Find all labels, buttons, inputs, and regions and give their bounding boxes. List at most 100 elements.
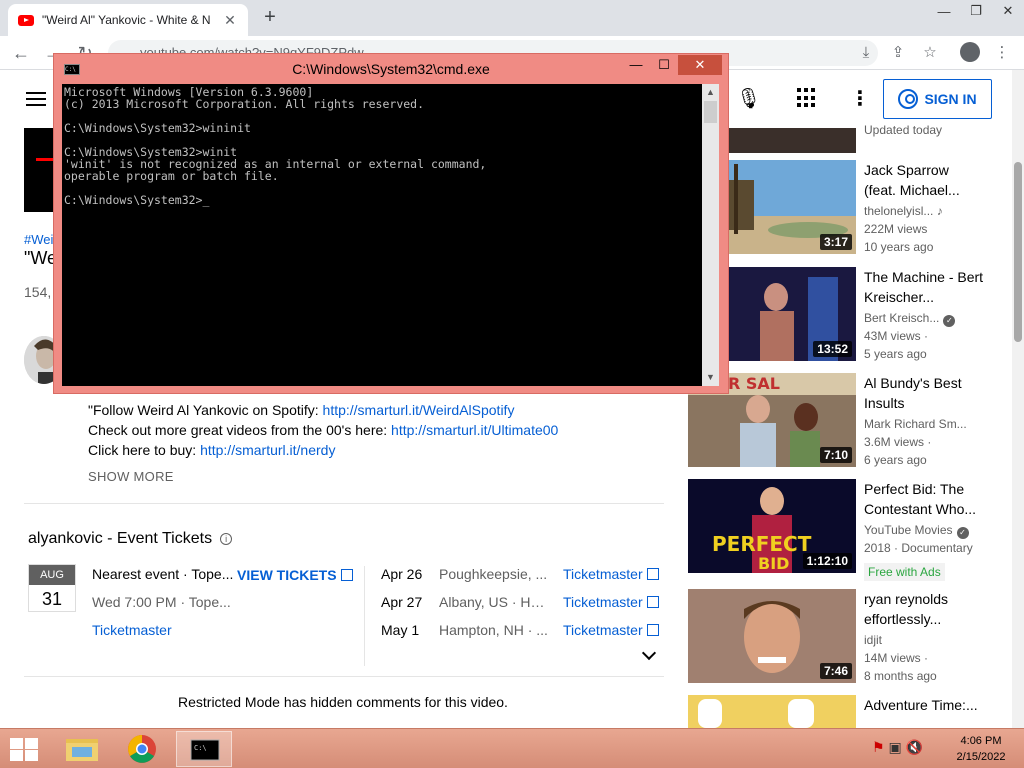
clock-time: 4:06 PM bbox=[960, 735, 1002, 747]
close-window-button[interactable]: ✕ bbox=[992, 0, 1024, 22]
video-title: The Machine - Bert Kreischer... bbox=[864, 269, 984, 305]
external-link-icon bbox=[340, 569, 353, 581]
svg-text:BID: BID bbox=[758, 554, 789, 573]
restricted-mode-notice: Restricted Mode has hidden comments for … bbox=[178, 694, 508, 710]
recommended-video[interactable]: 3:17 Jack Sparrow (feat. Michael... thel… bbox=[688, 160, 1008, 254]
free-with-ads-badge: Free with Ads bbox=[864, 563, 945, 581]
external-link-icon bbox=[646, 596, 659, 608]
view-count: 222M views bbox=[864, 222, 928, 236]
video-thumbnail[interactable] bbox=[688, 695, 856, 728]
volume-icon[interactable]: 🔇 bbox=[906, 739, 923, 755]
channel-name: YouTube Movies ✓ bbox=[864, 523, 969, 539]
recommended-video[interactable]: 7:46 ryan reynolds effortlessly... idjit… bbox=[688, 589, 1008, 683]
tab-close-icon[interactable]: ✕ bbox=[222, 12, 238, 29]
recommended-video[interactable]: EIANFIARY 13:52 The Machine - Bert Kreis… bbox=[688, 267, 1008, 361]
channel-label: YouTube Movies bbox=[864, 523, 953, 537]
scroll-down-arrow-icon[interactable]: ▼ bbox=[702, 369, 719, 386]
user-icon bbox=[898, 89, 919, 109]
upload-age: 6 years ago bbox=[864, 453, 927, 467]
show-more-button[interactable]: SHOW MORE bbox=[88, 469, 174, 484]
expand-chevron-icon[interactable] bbox=[641, 645, 657, 661]
recommended-video[interactable]: R SAL 7:10 Al Bundy's Best Insults Mark … bbox=[688, 373, 1008, 467]
desc-line1: "Follow Weird Al Yankovic on Spotify: bbox=[88, 402, 323, 418]
updated-label: Updated today bbox=[864, 123, 943, 137]
cmd-scrollbar-thumb[interactable] bbox=[704, 101, 717, 123]
browser-tab[interactable]: "Weird Al" Yankovic - White & N ✕ bbox=[8, 4, 248, 36]
scroll-up-arrow-icon[interactable]: ▲ bbox=[702, 84, 719, 101]
desc-line3: Click here to buy: bbox=[88, 442, 201, 458]
video-duration: 7:10 bbox=[819, 447, 852, 463]
apps-grid-icon[interactable] bbox=[797, 88, 817, 108]
nearest-event-time: Wed 7:00 PM · Tope... bbox=[92, 594, 231, 610]
event-date: Apr 27 bbox=[381, 594, 423, 610]
divider-vertical bbox=[364, 566, 365, 666]
video-thumbnail[interactable]: 7:46 bbox=[688, 589, 856, 683]
cmd-window[interactable]: C:\ C:\Windows\System32\cmd.exe — ☐ ✕ Mi… bbox=[53, 53, 729, 394]
event-ticketmaster-link[interactable]: Ticketmaster bbox=[563, 622, 659, 638]
video-title: Adventure Time:... bbox=[864, 697, 978, 713]
maximize-button[interactable]: ❐ bbox=[960, 0, 992, 22]
flag-icon[interactable]: ⚑ bbox=[872, 739, 885, 755]
sign-in-button[interactable]: SIGN IN bbox=[883, 79, 992, 119]
event-date: May 1 bbox=[381, 622, 420, 638]
share-icon[interactable]: ⇪ bbox=[887, 42, 909, 64]
menu-dots-icon[interactable]: ⋮ bbox=[991, 42, 1013, 64]
bookmark-star-icon[interactable]: ☆ bbox=[919, 42, 941, 64]
event-date-box: AUG 31 bbox=[28, 564, 76, 612]
event-ticketmaster-link[interactable]: Ticketmaster bbox=[563, 594, 659, 610]
clock-date: 2/15/2022 bbox=[956, 751, 1006, 763]
music-note-icon: ♪ bbox=[936, 204, 943, 218]
cmd-taskbar-icon[interactable]: C:\ bbox=[176, 731, 232, 767]
ultimate00-link[interactable]: http://smarturl.it/Ultimate00 bbox=[391, 422, 558, 438]
chrome-icon[interactable] bbox=[114, 731, 170, 767]
windows-taskbar: C:\ ⚑ ▣ 🔇 4:06 PM 2/15/2022 bbox=[0, 728, 1024, 768]
network-icon[interactable]: ▣ bbox=[888, 739, 901, 755]
microphone-icon[interactable]: 🎙 bbox=[736, 86, 761, 111]
spotify-link[interactable]: http://smarturl.it/WeirdAlSpotify bbox=[323, 402, 515, 418]
nearest-ticketmaster-link[interactable]: Ticketmaster bbox=[92, 622, 172, 638]
cmd-titlebar[interactable]: C:\ C:\Windows\System32\cmd.exe — ☐ ✕ bbox=[54, 54, 728, 84]
release-info: 2018 · Documentary bbox=[864, 541, 973, 555]
cmd-maximize-button[interactable]: ☐ bbox=[650, 55, 678, 75]
event-location: Poughkeepsie, ... bbox=[439, 566, 548, 582]
install-icon[interactable]: ⤓ bbox=[855, 42, 877, 64]
nerdy-link[interactable]: http://smarturl.it/nerdy bbox=[200, 442, 335, 458]
video-thumbnail[interactable] bbox=[728, 128, 856, 153]
cmd-close-button[interactable]: ✕ bbox=[678, 55, 722, 75]
view-count: 43M views · bbox=[864, 329, 929, 343]
console-output[interactable]: Microsoft Windows [Version 6.3.9600] (c)… bbox=[62, 84, 702, 386]
event-location: Hampton, NH · ... bbox=[439, 622, 548, 638]
page-scrollbar[interactable] bbox=[1012, 70, 1024, 730]
channel-name: Bert Kreisch... ✓ bbox=[864, 311, 956, 327]
minimize-button[interactable]: — bbox=[928, 0, 960, 22]
view-count: 154, bbox=[24, 284, 52, 300]
recommended-video[interactable]: PERFECT BID 1:12:10 Perfect Bid: The Cont… bbox=[688, 479, 1008, 573]
channel-name: Mark Richard Sm... bbox=[864, 417, 967, 431]
event-row: Apr 27 Albany, US · Ha... Ticketmaster bbox=[381, 594, 665, 614]
info-icon[interactable]: i bbox=[220, 532, 233, 545]
tickets-title: alyankovic - Event Tickets i bbox=[28, 530, 233, 548]
system-clock[interactable]: 4:06 PM 2/15/2022 bbox=[946, 733, 1016, 765]
sign-in-label: SIGN IN bbox=[924, 91, 977, 107]
back-icon[interactable]: ← bbox=[10, 42, 32, 64]
more-options-icon[interactable]: ⋮ bbox=[850, 86, 870, 111]
svg-text:R SAL: R SAL bbox=[728, 374, 780, 393]
view-tickets-button[interactable]: VIEW TICKETS bbox=[237, 567, 353, 583]
profile-avatar-icon[interactable] bbox=[960, 42, 980, 62]
recommended-video[interactable]: Adventure Time:... bbox=[688, 695, 1008, 728]
cmd-minimize-button[interactable]: — bbox=[622, 55, 650, 75]
event-ticketmaster-link[interactable]: Ticketmaster bbox=[563, 566, 659, 582]
nearest-event: Nearest event · Tope... bbox=[92, 566, 234, 582]
video-title: Jack Sparrow (feat. Michael... bbox=[864, 162, 960, 198]
start-button-icon[interactable] bbox=[8, 737, 38, 761]
tab-title: "Weird Al" Yankovic - White & N bbox=[42, 13, 211, 27]
cmd-scrollbar[interactable]: ▲ ▼ bbox=[702, 84, 719, 386]
window-controls: — ❐ ✕ bbox=[928, 0, 1024, 22]
new-tab-button[interactable]: + bbox=[258, 6, 282, 30]
vendor-label: Ticketmaster bbox=[563, 566, 643, 582]
file-explorer-icon[interactable] bbox=[54, 731, 110, 767]
hamburger-menu-icon[interactable] bbox=[26, 92, 46, 106]
scrollbar-thumb[interactable] bbox=[1014, 162, 1022, 342]
video-thumbnail[interactable]: PERFECT BID 1:12:10 bbox=[688, 479, 856, 573]
video-hashtag[interactable]: #Wei bbox=[24, 232, 53, 247]
